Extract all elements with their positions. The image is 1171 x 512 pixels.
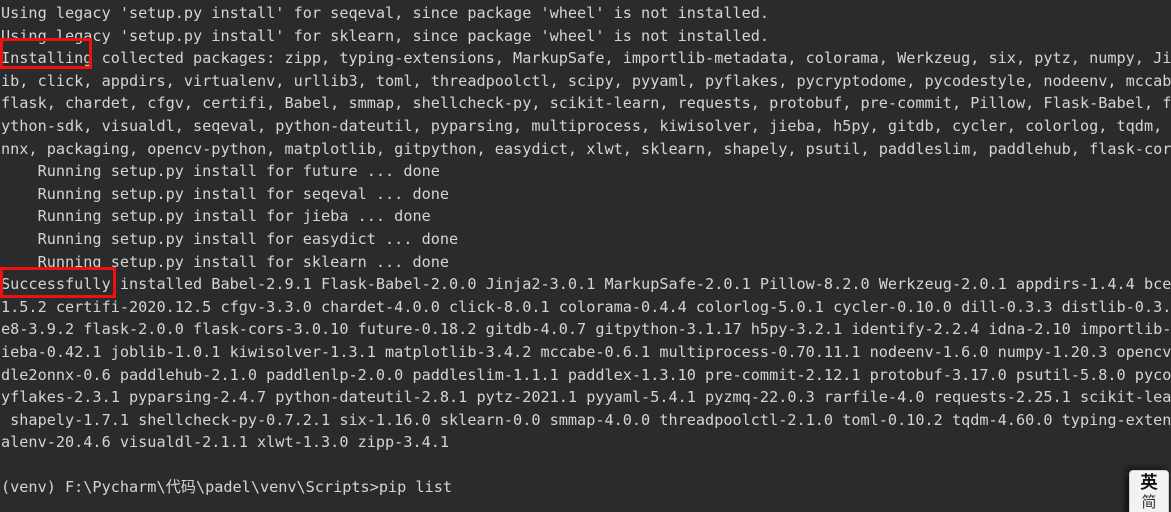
terminal-line: ib, click, appdirs, virtualenv, urllib3,… [1,71,1171,90]
terminal-window[interactable]: Using legacy 'setup.py install' for seqe… [0,0,1171,512]
terminal-line: flask, chardet, cfgv, certifi, Babel, sm… [1,94,1171,113]
terminal-prompt-line[interactable]: (venv) F:\Pycharm\代码\padel\venv\Scripts>… [0,476,1171,499]
terminal-line: Running setup.py install for jieba ... d… [1,207,431,226]
ime-mode-indicator[interactable]: 英 简 [1129,470,1169,512]
terminal-line: Running setup.py install for future ... … [1,162,440,181]
ime-simplified-mode-icon: 简 [1141,493,1157,511]
terminal-line: Running setup.py install for sklearn ...… [1,252,450,271]
terminal-line: alenv-20.4.6 visualdl-2.1.1 xlwt-1.3.0 z… [1,433,450,452]
terminal-line: yflakes-2.3.1 pyparsing-2.4.7 python-dat… [1,388,1171,407]
terminal-line: Installing collected packages: zipp, typ… [1,49,1171,68]
terminal-line: Running setup.py install for easydict ..… [1,229,459,248]
terminal-line: nnx, packaging, opencv-python, matplotli… [1,139,1171,158]
terminal-line: ython-sdk, visualdl, seqeval, python-dat… [1,116,1163,135]
terminal-line: Using legacy 'setup.py install' for seqe… [1,4,770,22]
terminal-line: shapely-1.7.1 shellcheck-py-0.7.2.1 six-… [10,410,1171,429]
terminal-output: Using legacy 'setup.py install' for seqe… [0,0,1171,499]
terminal-line: e8-3.9.2 flask-2.0.0 flask-cors-3.0.10 f… [1,320,1171,339]
terminal-line: ieba-0.42.1 joblib-1.0.1 kiwisolver-1.3.… [1,342,1171,361]
terminal-line: dle2onnx-0.6 paddlehub-2.1.0 paddlenlp-2… [1,365,1171,384]
terminal-line: Running setup.py install for seqeval ...… [1,184,450,203]
terminal-line: Using legacy 'setup.py install' for skle… [1,26,770,45]
terminal-line: 1.5.2 certifi-2020.12.5 cfgv-3.3.0 chard… [1,297,1171,316]
ime-english-mode-icon: 英 [1140,473,1158,493]
terminal-line: Successfully installed Babel-2.9.1 Flask… [1,275,1171,294]
